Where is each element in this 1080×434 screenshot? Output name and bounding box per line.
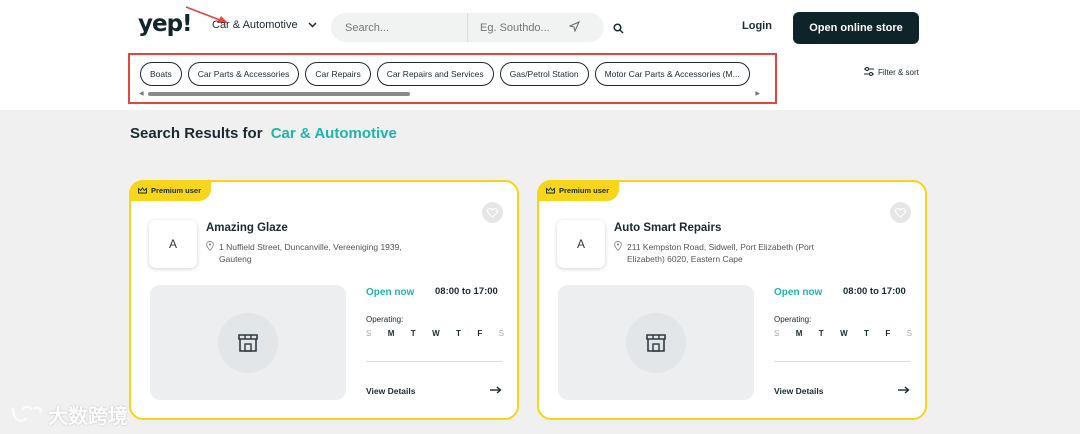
results-category: Car & Automotive bbox=[270, 125, 397, 142]
category-chip[interactable]: Boats bbox=[140, 62, 182, 86]
day-indicator: F bbox=[477, 329, 483, 338]
address-text: 1 Nuffield Street, Duncanville, Vereenig… bbox=[219, 242, 402, 264]
category-chip[interactable]: Car Repairs and Services bbox=[376, 62, 494, 86]
storefront-icon bbox=[218, 313, 278, 373]
open-status: Open now bbox=[366, 287, 415, 298]
premium-badge: Premium user bbox=[129, 180, 212, 201]
business-address: 211 Kempston Road, Sidwell, Port Elizabe… bbox=[614, 241, 844, 265]
day-indicator: S bbox=[498, 329, 504, 338]
category-chip[interactable]: Car Parts & Accessories bbox=[187, 62, 300, 86]
annotation-highlight-box: Boats Car Parts & Accessories Car Repairs C… bbox=[128, 53, 777, 104]
day-indicator: M bbox=[795, 329, 803, 338]
day-indicator: F bbox=[885, 329, 891, 338]
open-store-button[interactable]: Open online store bbox=[793, 12, 919, 44]
open-status: Open now bbox=[774, 287, 823, 298]
watermark-logo-icon bbox=[12, 405, 42, 422]
sliders-icon bbox=[864, 67, 874, 78]
crown-icon bbox=[138, 187, 147, 194]
day-indicator: T bbox=[864, 329, 869, 338]
business-name[interactable]: Amazing Glaze bbox=[206, 222, 288, 234]
opening-hours: 08:00 to 17:00 bbox=[435, 286, 498, 297]
day-indicator: M bbox=[387, 329, 395, 338]
business-photo-placeholder bbox=[150, 285, 346, 400]
address-text: 211 Kempston Road, Sidwell, Port Elizabe… bbox=[627, 242, 814, 264]
scroll-thumb[interactable] bbox=[148, 92, 410, 96]
premium-label: Premium user bbox=[559, 186, 610, 195]
chevron-down-icon bbox=[308, 20, 317, 30]
location-input[interactable] bbox=[468, 13, 563, 42]
storefront-icon bbox=[626, 313, 686, 373]
search-input[interactable] bbox=[331, 13, 451, 42]
watermark-text: 大数跨境 bbox=[48, 406, 128, 428]
view-details-label: View Details bbox=[774, 386, 824, 396]
category-chip[interactable]: Motor Car Parts & Accessories (M... bbox=[594, 62, 750, 86]
category-chips: Boats Car Parts & Accessories Car Repairs C… bbox=[140, 62, 758, 86]
opening-hours: 08:00 to 17:00 bbox=[843, 286, 906, 297]
top-header: yep! Car & Automotive Login Open online … bbox=[0, 0, 1080, 110]
login-link[interactable]: Login bbox=[742, 20, 772, 32]
view-details-label: View Details bbox=[366, 386, 416, 396]
operating-days: SMTWTFS bbox=[366, 329, 504, 338]
arrow-right-icon bbox=[490, 386, 502, 396]
day-indicator: T bbox=[456, 329, 461, 338]
watermark: 大数跨境 bbox=[10, 400, 128, 429]
day-indicator: T bbox=[818, 329, 824, 338]
category-label: Car & Automotive bbox=[212, 19, 298, 31]
operating-label: Operating: bbox=[774, 315, 812, 324]
premium-badge: Premium user bbox=[537, 180, 620, 201]
category-dropdown[interactable]: Car & Automotive bbox=[212, 19, 317, 31]
business-card[interactable]: Premium user A Auto Smart Repairs 211 Kemps… bbox=[537, 180, 927, 420]
day-indicator: S bbox=[906, 329, 912, 338]
horizontal-scrollbar[interactable]: ◀ ▶ bbox=[139, 91, 760, 97]
operating-label: Operating: bbox=[366, 315, 404, 324]
business-address: 1 Nuffield Street, Duncanville, Vereenig… bbox=[206, 241, 436, 265]
location-pin-icon bbox=[614, 241, 622, 265]
location-pin-icon bbox=[206, 241, 214, 265]
premium-label: Premium user bbox=[151, 186, 202, 195]
scroll-left-icon[interactable]: ◀ bbox=[139, 90, 144, 97]
filter-sort-button[interactable]: Filter & sort bbox=[864, 67, 919, 78]
favorite-heart-icon[interactable] bbox=[890, 202, 911, 223]
day-indicator: S bbox=[366, 329, 372, 338]
divider bbox=[366, 361, 502, 362]
divider bbox=[774, 361, 910, 362]
page-title: Search Results for Car & Automotive bbox=[130, 125, 397, 142]
day-indicator: S bbox=[774, 329, 780, 338]
arrow-right-icon bbox=[898, 386, 910, 396]
view-details-link[interactable]: View Details bbox=[366, 386, 502, 396]
business-name[interactable]: Auto Smart Repairs bbox=[614, 222, 721, 234]
view-details-link[interactable]: View Details bbox=[774, 386, 910, 396]
business-avatar: A bbox=[557, 220, 605, 268]
business-photo-placeholder bbox=[558, 285, 754, 400]
category-chip[interactable]: Gas/Petrol Station bbox=[499, 62, 589, 86]
search-icon[interactable] bbox=[613, 21, 624, 39]
business-avatar: A bbox=[149, 220, 197, 268]
category-chip[interactable]: Car Repairs bbox=[305, 62, 371, 86]
day-indicator: T bbox=[410, 329, 416, 338]
scroll-right-icon[interactable]: ▶ bbox=[755, 90, 760, 97]
location-arrow-icon[interactable] bbox=[568, 20, 580, 35]
crown-icon bbox=[546, 187, 555, 194]
day-indicator: W bbox=[840, 329, 848, 338]
filter-sort-label: Filter & sort bbox=[878, 68, 919, 77]
business-card[interactable]: Premium user A Amazing Glaze 1 Nuffield Str… bbox=[129, 180, 519, 420]
day-indicator: W bbox=[432, 329, 440, 338]
search-bar bbox=[331, 13, 604, 42]
favorite-heart-icon[interactable] bbox=[482, 202, 503, 223]
operating-days: SMTWTFS bbox=[774, 329, 912, 338]
results-prefix: Search Results for bbox=[130, 125, 263, 142]
